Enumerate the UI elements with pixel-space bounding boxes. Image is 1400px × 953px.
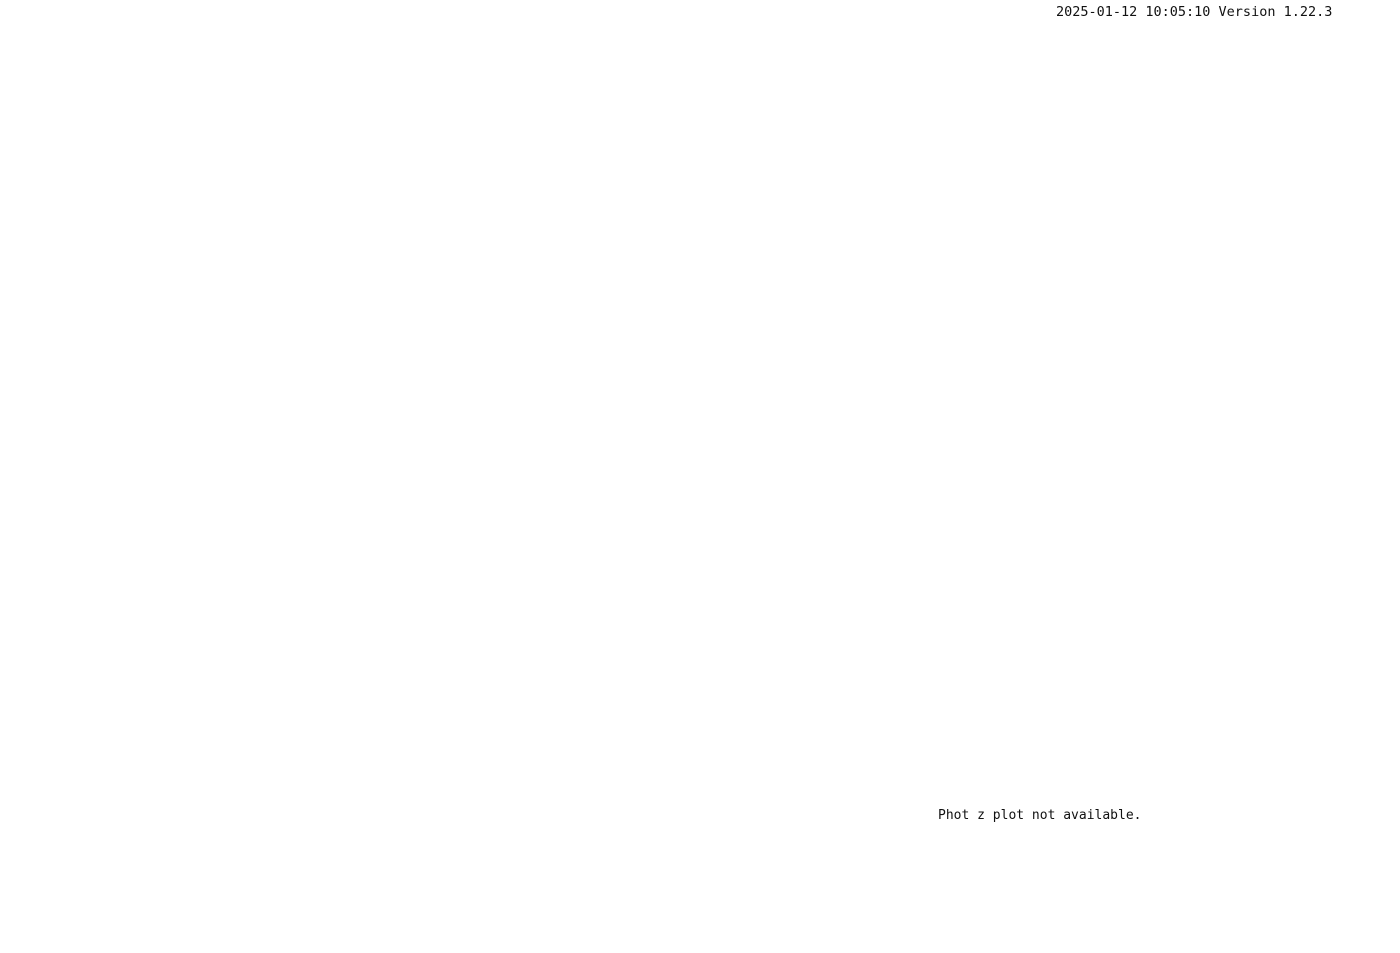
header-datetime: 2025-01-12 10:05:10 Version 1.22.3: [1056, 4, 1333, 20]
photz-note: Phot z plot not available.: [938, 808, 1142, 823]
elixer-report-page: 2025-01-12 10:05:10 Version 1.22.3 Phot …: [0, 0, 1400, 953]
